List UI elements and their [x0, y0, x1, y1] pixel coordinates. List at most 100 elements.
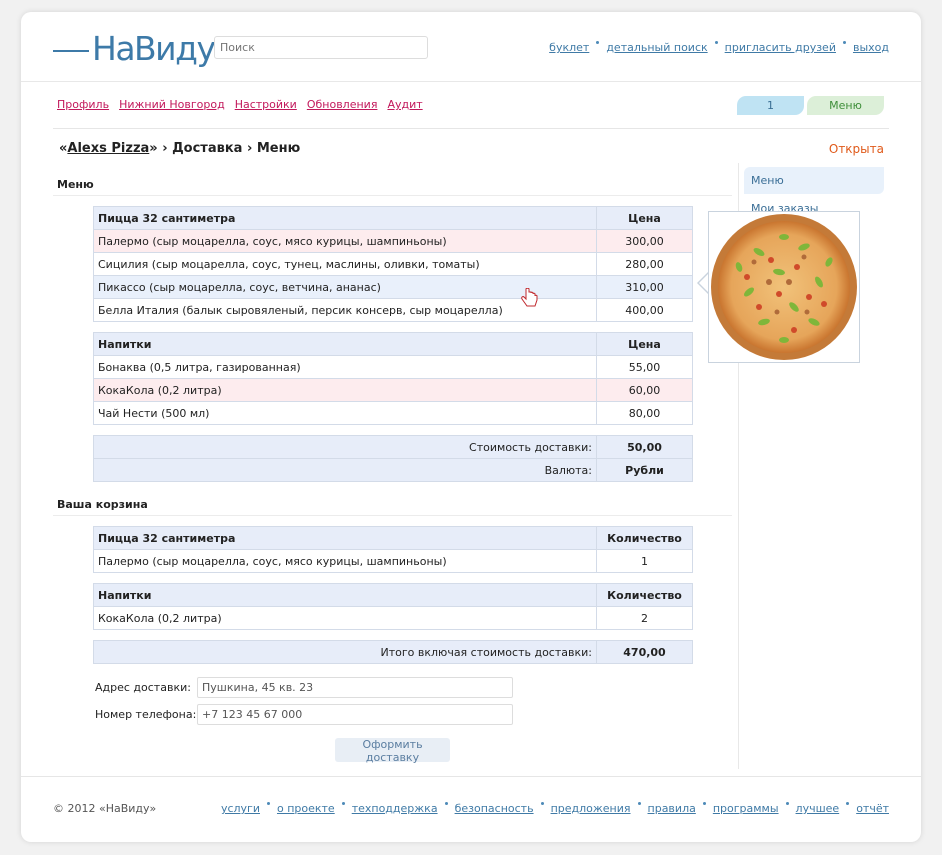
table-row[interactable]: Белла Италия (балык сыровяленый, персик … [93, 298, 693, 322]
cart-pizza-table: Пицца 32 сантиметра Количество Палермо (… [93, 526, 693, 573]
phone-field[interactable] [197, 704, 513, 725]
search-input[interactable] [214, 36, 428, 59]
qty-header-cell: Количество [596, 583, 693, 607]
table-row[interactable]: КокаКола (0,2 литра) 60,00 [93, 378, 693, 402]
top-link-booklet[interactable]: буклет [549, 41, 589, 54]
separator-dot [714, 41, 718, 44]
item-name: Сицилия (сыр моцарелла, соус, тунец, мас… [93, 252, 597, 276]
footer-link-offers[interactable]: предложения [551, 802, 631, 815]
pizza-header-cell: Пицца 32 сантиметра [93, 206, 597, 230]
drinks-header-cell: Напитки [93, 583, 597, 607]
pizza-preview-popup [708, 211, 860, 363]
separator-dot [596, 41, 600, 44]
menu-section-title: Меню [57, 178, 94, 191]
currency-label: Валюта: [93, 458, 597, 482]
top-link-logout[interactable]: выход [853, 41, 889, 54]
top-links: буклет детальный поиск пригласить друзей… [549, 41, 889, 54]
logo-dash [53, 50, 89, 52]
logo-text: НаВиду [92, 28, 216, 68]
separator-dot [266, 802, 270, 805]
counter-badge[interactable]: 1 [737, 96, 804, 115]
cart-total-table: Итого включая стоимость доставки: 470,00 [93, 640, 693, 664]
item-price: 80,00 [596, 401, 693, 425]
address-label: Адрес доставки: [95, 681, 191, 694]
item-name: Палермо (сыр моцарелла, соус, мясо куриц… [93, 549, 597, 573]
menu-badge[interactable]: Меню [807, 96, 884, 115]
table-header-row: Напитки Цена [93, 332, 693, 356]
main-nav: Профиль Нижний Новгород Настройки Обновл… [57, 98, 423, 111]
table-row[interactable]: Палермо (сыр моцарелла, соус, мясо куриц… [93, 549, 693, 573]
table-header-row: Пицца 32 сантиметра Цена [93, 206, 693, 230]
submit-order-button[interactable]: Оформить доставку [335, 738, 450, 764]
item-price: 300,00 [596, 229, 693, 253]
table-row[interactable]: Бонаква (0,5 литра, газированная) 55,00 [93, 355, 693, 379]
breadcrumb: «Alexs Pizza» › Доставка › Меню [59, 141, 300, 156]
item-name: КокаКола (0,2 литра) [93, 378, 597, 402]
qty-header-cell: Количество [596, 526, 693, 550]
item-name: Бонаква (0,5 литра, газированная) [93, 355, 597, 379]
item-qty: 1 [596, 549, 693, 573]
breadcrumb-rest: › Доставка › Меню [157, 141, 301, 156]
top-link-detailed-search[interactable]: детальный поиск [606, 41, 707, 54]
table-row[interactable]: КокаКола (0,2 литра) 2 [93, 606, 693, 630]
footer-link-programs[interactable]: программы [713, 802, 779, 815]
breadcrumb-quote-close: » [149, 141, 158, 156]
status-badge: Открыта [828, 142, 884, 156]
separator-dot [341, 802, 345, 805]
item-price: 280,00 [596, 252, 693, 276]
item-price: 60,00 [596, 378, 693, 402]
section-divider [53, 195, 732, 196]
footer-link-report[interactable]: отчёт [856, 802, 889, 815]
footer-link-best[interactable]: лучшее [796, 802, 840, 815]
cart-drinks-table: Напитки Количество КокаКола (0,2 литра) … [93, 583, 693, 630]
hand-cursor-icon [521, 288, 538, 307]
sidebar-item-menu[interactable]: Меню [744, 167, 884, 194]
item-price: 310,00 [596, 275, 693, 299]
total-label: Итого включая стоимость доставки: [93, 640, 597, 664]
nav-link-settings[interactable]: Настройки [235, 98, 297, 111]
footer-link-rules[interactable]: правила [648, 802, 696, 815]
nav-link-audit[interactable]: Аудит [387, 98, 422, 111]
top-link-invite-friends[interactable]: пригласить друзей [725, 41, 836, 54]
delivery-info-table: Стоимость доставки: 50,00 Валюта: Рубли [93, 435, 693, 482]
footer-link-about[interactable]: о проекте [277, 802, 335, 815]
item-price: 400,00 [596, 298, 693, 322]
pizza-menu-table: Пицца 32 сантиметра Цена Палермо (сыр мо… [93, 206, 693, 322]
footer-link-security[interactable]: безопасность [455, 802, 534, 815]
pizza-image [711, 214, 857, 360]
address-field[interactable] [197, 677, 513, 698]
item-name: КокаКола (0,2 литра) [93, 606, 597, 630]
separator-dot [846, 802, 850, 805]
table-row[interactable]: Сицилия (сыр моцарелла, соус, тунец, мас… [93, 252, 693, 276]
separator-dot [540, 802, 544, 805]
breadcrumb-restaurant-link[interactable]: Alexs Pizza [67, 141, 149, 156]
total-value: 470,00 [596, 640, 693, 664]
header-divider [21, 81, 921, 82]
footer-link-services[interactable]: услуги [221, 802, 260, 815]
delivery-cost-label: Стоимость доставки: [93, 435, 597, 459]
phone-label: Номер телефона: [95, 708, 197, 721]
separator-dot [637, 802, 641, 805]
table-header-row: Напитки Количество [93, 583, 693, 607]
nav-link-updates[interactable]: Обновления [307, 98, 378, 111]
table-header-row: Пицца 32 сантиметра Количество [93, 526, 693, 550]
footer-divider [21, 776, 921, 777]
total-row: Итого включая стоимость доставки: 470,00 [93, 640, 693, 664]
price-header-cell: Цена [596, 206, 693, 230]
price-header-cell: Цена [596, 332, 693, 356]
delivery-cost-value: 50,00 [596, 435, 693, 459]
table-row[interactable]: Чай Нести (500 мл) 80,00 [93, 401, 693, 425]
currency-row: Валюта: Рубли [93, 458, 693, 482]
logo[interactable]: НаВиду [53, 28, 216, 68]
copyright: © 2012 «НаВиду» [53, 802, 157, 815]
nav-link-profile[interactable]: Профиль [57, 98, 109, 111]
nav-divider [53, 128, 889, 129]
item-name: Чай Нести (500 мл) [93, 401, 597, 425]
cart-section-title: Ваша корзина [57, 498, 148, 511]
currency-value: Рубли [596, 458, 693, 482]
table-row[interactable]: Пикассо (сыр моцарелла, соус, ветчина, а… [93, 275, 693, 299]
footer-link-support[interactable]: техподдержка [352, 802, 438, 815]
nav-link-city[interactable]: Нижний Новгород [119, 98, 225, 111]
item-qty: 2 [596, 606, 693, 630]
table-row[interactable]: Палермо (сыр моцарелла, соус, мясо куриц… [93, 229, 693, 253]
